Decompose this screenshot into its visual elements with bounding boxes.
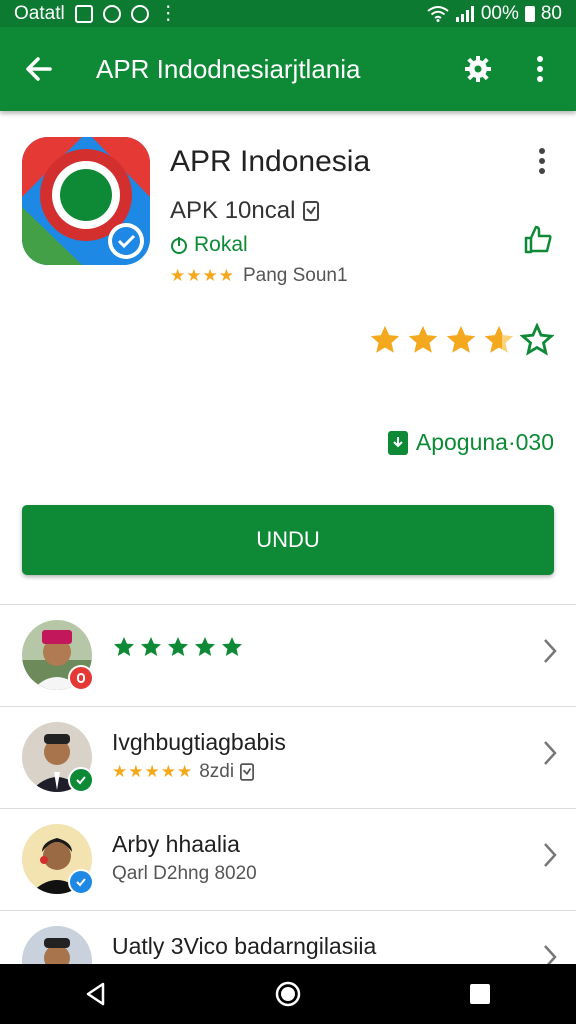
verified-badge-icon (68, 869, 94, 895)
back-arrow-icon (26, 57, 52, 81)
app-logo-icon (22, 137, 150, 265)
review-item[interactable]: Arby hhaalia Qarl D2hng 8020 (0, 809, 576, 911)
install-button[interactable]: UNDU (22, 505, 554, 575)
power-icon (171, 237, 187, 254)
rating-stars[interactable] (368, 323, 554, 357)
back-triangle-icon (86, 982, 105, 1006)
nav-recents-button[interactable] (460, 974, 500, 1014)
settings-button[interactable] (458, 49, 498, 89)
chevron-right-icon (544, 843, 557, 867)
star-full-icon (141, 637, 161, 656)
download-label: Apoguna·030 (415, 429, 554, 455)
review-meta: ★★★★★ 8zdi (112, 761, 255, 783)
app-bar: APR Indodnesiarjtlania (0, 27, 576, 111)
star-outline-icon (520, 323, 554, 356)
star-full-icon (222, 637, 242, 656)
nav-home-button[interactable] (268, 974, 308, 1014)
app-logo (22, 137, 150, 265)
review-item[interactable] (0, 605, 576, 707)
star-full-icon (408, 325, 438, 353)
review-stars (112, 635, 244, 659)
chat-notification-icon (130, 4, 149, 23)
recents-square-icon (470, 984, 490, 1004)
nav-back-button[interactable] (76, 974, 116, 1014)
reviewer-name: Arby hhaalia (112, 831, 240, 857)
app-developer[interactable]: APK 10ncal (170, 197, 320, 225)
review-item[interactable]: Uatly 3Vico badarngilasiia (0, 911, 576, 964)
verified-doc-icon (303, 201, 320, 221)
star-full-icon (168, 637, 188, 656)
star-half-icon (484, 325, 514, 353)
overflow-dots-icon: ⋮ (158, 3, 178, 24)
chevron-right-icon (544, 741, 557, 765)
review-stars: ★★★★★ (112, 762, 194, 781)
battery-percent: 00% (480, 2, 519, 24)
status-label: Rokal (194, 233, 248, 256)
download-icon (387, 430, 408, 455)
doc-icon (240, 763, 255, 781)
thumbs-up-button[interactable] (518, 219, 558, 259)
star-full-icon (446, 325, 476, 353)
thumbs-up-icon (524, 225, 552, 254)
review-date: Qarl D2hng 8020 (112, 863, 257, 884)
home-circle-icon (275, 981, 301, 1007)
reviewer-name: Uatly 3Vico badarngilasiia (112, 933, 377, 959)
app-notification-icon (102, 4, 121, 23)
battery-icon (524, 5, 535, 22)
app-header: APR Indonesia APK 10ncal Rokal ★★★★ Pang… (0, 111, 576, 601)
star-full-icon (195, 637, 215, 656)
star-full-icon (114, 637, 134, 656)
more-vertical-icon (539, 148, 545, 174)
app-rating-summary: ★★★★ Pang Soun1 (170, 265, 348, 287)
system-nav-bar (0, 964, 576, 1024)
app-bar-title: APR Indodnesiarjtlania (96, 53, 361, 84)
more-vertical-icon (537, 56, 543, 82)
chevron-right-icon (544, 639, 557, 663)
review-meta: Qarl D2hng 8020 (112, 863, 257, 885)
clock: 80 (540, 2, 562, 24)
header-more-button[interactable] (522, 141, 562, 181)
star-full-icon (370, 325, 400, 353)
avatar (22, 926, 92, 964)
developer-label: APK 10ncal (170, 197, 296, 224)
more-options-button[interactable] (520, 49, 560, 89)
review-date: 8zdi (199, 761, 235, 782)
review-item[interactable]: Ivghbugtiagbabis ★★★★★ 8zdi (0, 707, 576, 809)
rating-label: Pang Soun1 (242, 265, 348, 286)
app-name: APR Indonesia (170, 145, 371, 178)
badge-icon (68, 665, 94, 691)
settings-icon (465, 56, 491, 82)
carrier-label: Oatatl (14, 2, 65, 24)
notification-icon (74, 4, 93, 23)
signal-icon (455, 5, 474, 22)
download-count: Apoguna·030 (387, 429, 554, 456)
back-button[interactable] (18, 49, 58, 89)
small-stars: ★★★★ (170, 266, 235, 285)
status-bar: Oatatl ⋮ 00% 80 (0, 0, 576, 27)
chevron-right-icon (544, 945, 557, 964)
app-status: Rokal (170, 233, 248, 257)
wifi-icon (427, 5, 449, 22)
reviewer-name: Ivghbugtiagbabis (112, 729, 286, 755)
verified-badge-icon (68, 767, 94, 793)
